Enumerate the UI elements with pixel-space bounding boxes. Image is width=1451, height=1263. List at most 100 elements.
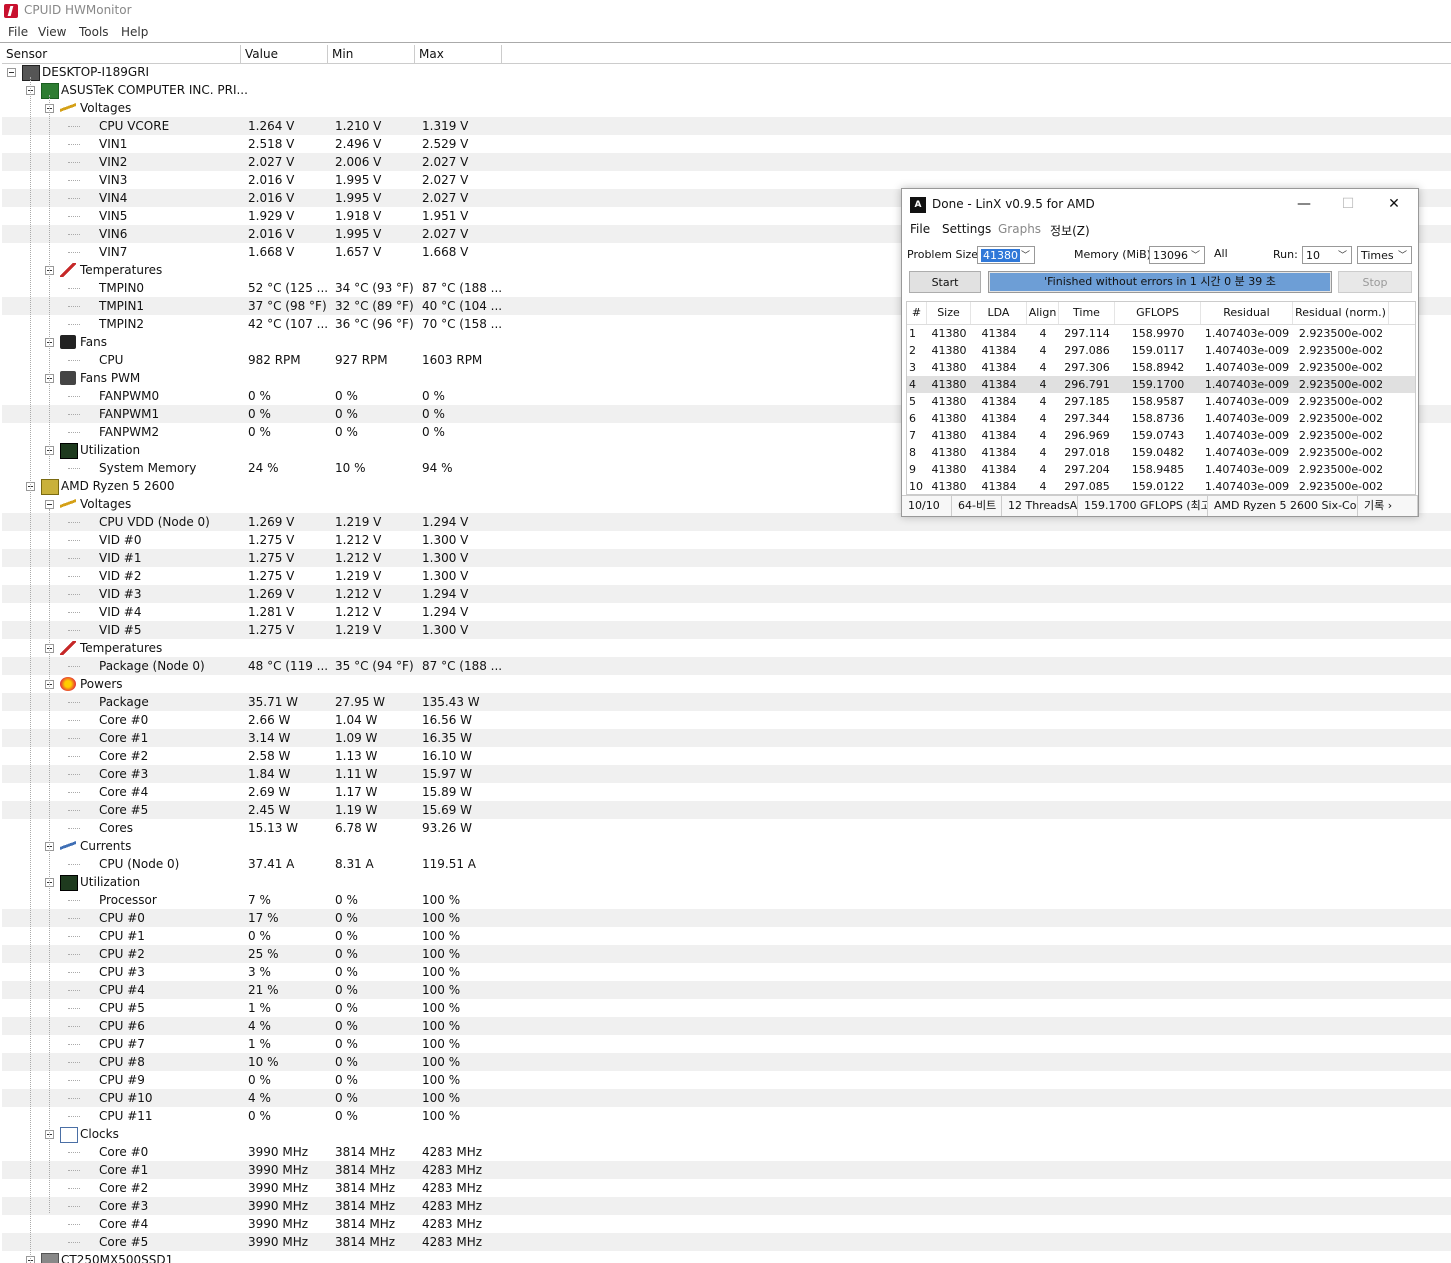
sensor-row[interactable]: Core #0 2.66 W 1.04 W 16.56 W	[2, 711, 1451, 729]
sensor-row[interactable]: VID #1 1.275 V 1.212 V 1.300 V	[2, 549, 1451, 567]
tree-connector	[68, 1080, 80, 1081]
device-row[interactable]: DESKTOP-I189GRI	[2, 63, 1451, 81]
sensor-row[interactable]: Core #2 3990 MHz 3814 MHz 4283 MHz	[2, 1179, 1451, 1197]
menu-view[interactable]: View	[38, 25, 66, 39]
start-button[interactable]: Start	[909, 271, 981, 293]
results-row[interactable]: 4 41380 41384 4 296.791 159.1700 1.407403e-009…	[907, 376, 1415, 393]
run-unit-combo[interactable]: Times ﹀	[1357, 246, 1412, 264]
sensor-label: CPU #10	[99, 1091, 153, 1105]
sensor-row[interactable]: CPU #6 4 % 0 % 100 %	[2, 1017, 1451, 1035]
sensor-row[interactable]: CPU #10 4 % 0 % 100 %	[2, 1089, 1451, 1107]
sensor-row[interactable]: CPU #9 0 % 0 % 100 %	[2, 1071, 1451, 1089]
sensor-row[interactable]: CPU #5 1 % 0 % 100 %	[2, 999, 1451, 1017]
sensor-row[interactable]: Core #1 3990 MHz 3814 MHz 4283 MHz	[2, 1161, 1451, 1179]
collapse-toggle-icon[interactable]	[45, 500, 54, 509]
sensor-row[interactable]: Package 35.71 W 27.95 W 135.43 W	[2, 693, 1451, 711]
sensor-row[interactable]: CPU #4 21 % 0 % 100 %	[2, 981, 1451, 999]
sensor-row[interactable]: Core #4 2.69 W 1.17 W 15.89 W	[2, 783, 1451, 801]
sensor-group-row[interactable]: Currents	[2, 837, 1451, 855]
sensor-row[interactable]: CPU #0 17 % 0 % 100 %	[2, 909, 1451, 927]
menu-help[interactable]: Help	[121, 25, 148, 39]
run-count-combo[interactable]: 10 ﹀	[1302, 246, 1352, 264]
device-row[interactable]: CT250MX500SSD1	[2, 1251, 1451, 1263]
linx-menu-settings[interactable]: Settings	[942, 222, 991, 236]
sensor-group-row[interactable]: Powers	[2, 675, 1451, 693]
results-column-header[interactable]: Size	[927, 302, 971, 324]
sensor-row[interactable]: CPU VCORE 1.264 V 1.210 V 1.319 V	[2, 117, 1451, 135]
sensor-row[interactable]: Core #4 3990 MHz 3814 MHz 4283 MHz	[2, 1215, 1451, 1233]
results-row[interactable]: 7 41380 41384 4 296.969 159.0743 1.407403e-009…	[907, 427, 1415, 444]
results-row[interactable]: 2 41380 41384 4 297.086 159.0117 1.407403e-009…	[907, 342, 1415, 359]
results-row[interactable]: 10 41380 41384 4 297.085 159.0122 1.407403e-00…	[907, 478, 1415, 494]
maximize-button[interactable]: ☐	[1326, 193, 1370, 215]
sensor-group-row[interactable]: Temperatures	[2, 639, 1451, 657]
close-button[interactable]: ✕	[1372, 193, 1416, 215]
results-row[interactable]: 6 41380 41384 4 297.344 158.8736 1.407403e-009…	[907, 410, 1415, 427]
sensor-group-row[interactable]: Utilization	[2, 873, 1451, 891]
sensor-row[interactable]: VID #3 1.269 V 1.212 V 1.294 V	[2, 585, 1451, 603]
results-column-header[interactable]: LDA	[971, 302, 1027, 324]
results-cell: 297.085	[1064, 480, 1110, 493]
sensor-row[interactable]: CPU #7 1 % 0 % 100 %	[2, 1035, 1451, 1053]
sensor-row[interactable]: Core #0 3990 MHz 3814 MHz 4283 MHz	[2, 1143, 1451, 1161]
sensor-max: 100 %	[422, 1001, 461, 1015]
results-row[interactable]: 5 41380 41384 4 297.185 158.9587 1.407403e-009…	[907, 393, 1415, 410]
sensor-row[interactable]: CPU #2 25 % 0 % 100 %	[2, 945, 1451, 963]
sensor-group-row[interactable]: Clocks	[2, 1125, 1451, 1143]
sensor-label: Core #5	[99, 1235, 149, 1249]
collapse-toggle-icon[interactable]	[7, 68, 16, 77]
results-row[interactable]: 1 41380 41384 4 297.114 158.9970 1.407403e-009…	[907, 325, 1415, 342]
sensor-row[interactable]: CPU #11 0 % 0 % 100 %	[2, 1107, 1451, 1125]
sensor-row[interactable]: VIN1 2.518 V 2.496 V 2.529 V	[2, 135, 1451, 153]
sensor-row[interactable]: VID #5 1.275 V 1.219 V 1.300 V	[2, 621, 1451, 639]
linx-menu-file[interactable]: File	[910, 222, 930, 236]
sensor-row[interactable]: Core #3 1.84 W 1.11 W 15.97 W	[2, 765, 1451, 783]
sensor-min: 1.04 W	[335, 713, 378, 727]
memory-combo[interactable]: 13096 ﹀	[1149, 246, 1205, 264]
sensor-row[interactable]: Cores 15.13 W 6.78 W 93.26 W	[2, 819, 1451, 837]
results-row[interactable]: 3 41380 41384 4 297.306 158.8942 1.407403e-009…	[907, 359, 1415, 376]
sensor-row[interactable]: VID #0 1.275 V 1.212 V 1.300 V	[2, 531, 1451, 549]
menu-tools[interactable]: Tools	[79, 25, 109, 39]
sensor-row[interactable]: Core #5 2.45 W 1.19 W 15.69 W	[2, 801, 1451, 819]
column-sensor[interactable]: Sensor	[2, 45, 241, 63]
menu-file[interactable]: File	[8, 25, 28, 39]
all-checkbox-label[interactable]: All	[1214, 247, 1228, 260]
results-column-header[interactable]: Residual	[1201, 302, 1293, 324]
sensor-row[interactable]: CPU #1 0 % 0 % 100 %	[2, 927, 1451, 945]
minimize-button[interactable]: —	[1282, 193, 1326, 215]
column-min[interactable]: Min	[328, 45, 415, 63]
sensor-row[interactable]: Core #3 3990 MHz 3814 MHz 4283 MHz	[2, 1197, 1451, 1215]
linx-menu-info[interactable]: 정보(Z)	[1050, 222, 1090, 239]
sensor-row[interactable]: VIN3 2.016 V 1.995 V 2.027 V	[2, 171, 1451, 189]
fan-pwm-icon	[60, 371, 76, 385]
results-column-header[interactable]: #	[907, 302, 927, 324]
results-row[interactable]: 9 41380 41384 4 297.204 158.9485 1.407403e-009…	[907, 461, 1415, 478]
column-value[interactable]: Value	[241, 45, 328, 63]
results-column-header[interactable]: Residual (norm.)	[1293, 302, 1389, 324]
results-row[interactable]: 8 41380 41384 4 297.018 159.0482 1.407403e-009…	[907, 444, 1415, 461]
device-row[interactable]: ASUSTeK COMPUTER INC. PRI...	[2, 81, 1451, 99]
results-column-header[interactable]: GFLOPS	[1115, 302, 1201, 324]
sensor-row[interactable]: VID #4 1.281 V 1.212 V 1.294 V	[2, 603, 1451, 621]
sensor-row[interactable]: VID #2 1.275 V 1.219 V 1.300 V	[2, 567, 1451, 585]
results-table[interactable]: # Size LDA Align Time GFLOPS Residual Residual …	[906, 301, 1416, 495]
sensor-row[interactable]: Package (Node 0) 48 °C (119 ... 35 °C (94 …	[2, 657, 1451, 675]
linx-menu-graphs[interactable]: Graphs	[998, 222, 1041, 236]
sensor-group-row[interactable]: Voltages	[2, 99, 1451, 117]
results-cell: 1	[909, 327, 916, 340]
status-cell[interactable]: 기록 ›	[1358, 496, 1418, 516]
sensor-row[interactable]: Core #2 2.58 W 1.13 W 16.10 W	[2, 747, 1451, 765]
sensor-row[interactable]: CPU (Node 0) 37.41 A 8.31 A 119.51 A	[2, 855, 1451, 873]
sensor-row[interactable]: Core #1 3.14 W 1.09 W 16.35 W	[2, 729, 1451, 747]
sensor-row[interactable]: CPU #3 3 % 0 % 100 %	[2, 963, 1451, 981]
stop-button[interactable]: Stop	[1338, 271, 1412, 293]
sensor-row[interactable]: VIN2 2.027 V 2.006 V 2.027 V	[2, 153, 1451, 171]
problem-size-combo[interactable]: 41380 ﹀	[977, 246, 1035, 264]
sensor-row[interactable]: CPU #8 10 % 0 % 100 %	[2, 1053, 1451, 1071]
results-column-header[interactable]: Time	[1059, 302, 1115, 324]
column-max[interactable]: Max	[415, 45, 502, 63]
sensor-row[interactable]: Processor 7 % 0 % 100 %	[2, 891, 1451, 909]
sensor-row[interactable]: Core #5 3990 MHz 3814 MHz 4283 MHz	[2, 1233, 1451, 1251]
results-column-header[interactable]: Align	[1027, 302, 1059, 324]
